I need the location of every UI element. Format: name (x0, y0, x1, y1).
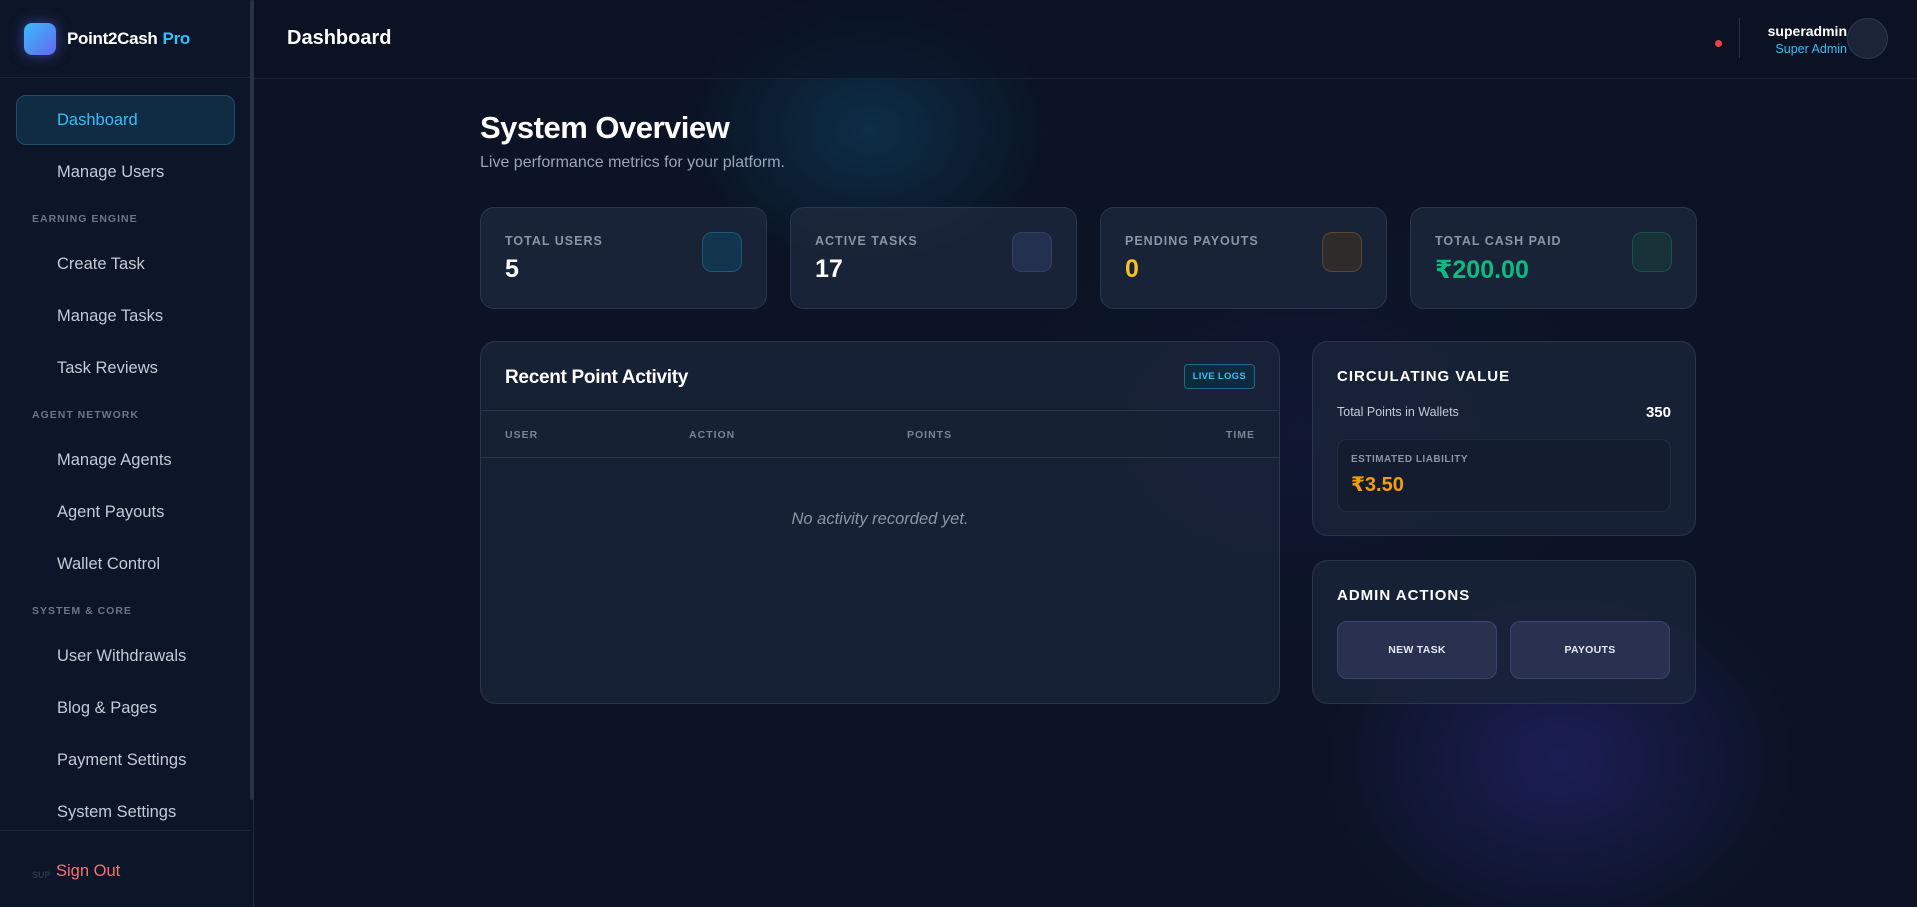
stat-label: PENDING PAYOUTS (1125, 234, 1259, 248)
notification-dot-icon[interactable] (1715, 40, 1722, 47)
stat-value: 17 (815, 255, 843, 283)
sidebar-item-wallet-control[interactable]: Wallet Control (16, 539, 235, 589)
sidebar-item-manage-users[interactable]: Manage Users (16, 147, 235, 197)
liability-value: ₹3.50 (1351, 474, 1404, 496)
wallet-points-label: Total Points in Wallets (1337, 405, 1459, 419)
liability-label: ESTIMATED LIABILITY (1351, 454, 1469, 465)
sidebar-item-label: Payment Settings (57, 750, 187, 769)
sidebar-item-label: System Settings (57, 802, 177, 821)
sidebar-item-blog-pages[interactable]: Blog & Pages (16, 683, 235, 733)
top-header: Dashboard superadmin Super Admin (254, 0, 1917, 79)
activity-table-header: USER ACTION POINTS TIME (481, 410, 1279, 458)
sidebar-item-label: Agent Payouts (57, 502, 165, 521)
overview-title: System Overview (480, 110, 730, 145)
section-partial-label: SUP (32, 870, 51, 880)
brand-accent: Pro (162, 28, 191, 48)
header-divider (1739, 18, 1740, 58)
activity-title: Recent Point Activity (505, 367, 689, 388)
brand[interactable]: Point2Cash Pro (0, 0, 253, 78)
admin-actions-title: ADMIN ACTIONS (1337, 587, 1471, 604)
sidebar-item-label: Task Reviews (57, 358, 158, 377)
clock-icon (1322, 232, 1362, 272)
sidebar-footer: SUP Sign Out (0, 830, 250, 907)
sidebar-item-label: User Withdrawals (57, 646, 187, 665)
user-name: superadmin (1767, 23, 1847, 39)
sidebar-item-label: Manage Tasks (57, 306, 164, 325)
stat-card-pending-payouts: PENDING PAYOUTS 0 (1100, 207, 1387, 309)
sidebar: Point2Cash Pro Dashboard Manage Users EAR… (0, 0, 254, 907)
sidebar-item-label: Dashboard (57, 110, 138, 129)
stat-value: 5 (505, 255, 519, 283)
tasks-icon (1012, 232, 1052, 272)
stat-card-total-users: TOTAL USERS 5 (480, 207, 767, 309)
live-logs-badge[interactable]: LIVE LOGS (1183, 364, 1255, 389)
overview-subtitle: Live performance metrics for your platfo… (480, 154, 785, 171)
column-user[interactable]: USER (505, 429, 538, 441)
sidebar-item-payment-settings[interactable]: Payment Settings (16, 735, 235, 785)
sidebar-item-agent-payouts[interactable]: Agent Payouts (16, 487, 235, 537)
sidebar-item-label: Manage Users (57, 162, 165, 181)
sidebar-item-label: Manage Agents (57, 450, 172, 469)
new-task-button[interactable]: NEW TASK (1337, 621, 1497, 679)
brand-name: Point2Cash Pro (67, 28, 191, 48)
column-time[interactable]: TIME (1226, 429, 1255, 441)
sidebar-scrollbar[interactable] (250, 0, 254, 800)
payouts-button[interactable]: PAYOUTS (1510, 621, 1670, 679)
sidebar-item-manage-agents[interactable]: Manage Agents (16, 435, 235, 485)
admin-actions-panel: ADMIN ACTIONS NEW TASK PAYOUTS (1312, 560, 1696, 704)
column-action[interactable]: ACTION (689, 429, 735, 441)
sign-out-button[interactable]: Sign Out (56, 862, 120, 881)
stat-label: TOTAL CASH PAID (1435, 234, 1562, 248)
sidebar-item-label: Blog & Pages (57, 698, 157, 717)
sidebar-item-user-withdrawals[interactable]: User Withdrawals (16, 631, 235, 681)
circulating-value-panel: CIRCULATING VALUE Total Points in Wallet… (1312, 341, 1696, 536)
empty-activity-message: No activity recorded yet. (791, 510, 969, 528)
user-role: Super Admin (1775, 42, 1847, 56)
stat-card-active-tasks: ACTIVE TASKS 17 (790, 207, 1077, 309)
sidebar-item-task-reviews[interactable]: Task Reviews (16, 343, 235, 393)
column-points[interactable]: POINTS (907, 429, 952, 441)
sidebar-item-label: Wallet Control (57, 554, 161, 573)
estimated-liability-card: ESTIMATED LIABILITY ₹3.50 (1337, 439, 1671, 512)
brand-logo-icon (24, 22, 56, 55)
stat-value: ₹200.00 (1435, 256, 1529, 284)
sidebar-item-dashboard[interactable]: Dashboard (16, 95, 235, 145)
page-title: Dashboard (287, 27, 392, 49)
section-system-core: SYSTEM & CORE (32, 605, 132, 617)
avatar[interactable] (1847, 18, 1888, 59)
wallet-points-value: 350 (1645, 404, 1671, 421)
stat-value: 0 (1125, 255, 1139, 283)
users-icon (702, 232, 742, 272)
sidebar-nav: Dashboard Manage Users EARNING ENGINE Cr… (16, 95, 235, 839)
recent-activity-panel: Recent Point Activity LIVE LOGS USER ACT… (480, 341, 1280, 704)
cash-icon (1632, 232, 1672, 272)
stat-label: TOTAL USERS (505, 234, 603, 248)
section-agent-network: AGENT NETWORK (32, 409, 139, 421)
sidebar-item-label: Create Task (57, 254, 145, 273)
stat-label: ACTIVE TASKS (815, 234, 918, 248)
sidebar-item-manage-tasks[interactable]: Manage Tasks (16, 291, 235, 341)
section-earning-engine: EARNING ENGINE (32, 213, 138, 225)
sidebar-item-create-task[interactable]: Create Task (16, 239, 235, 289)
circulating-title: CIRCULATING VALUE (1337, 368, 1511, 385)
stat-card-total-cash-paid: TOTAL CASH PAID ₹200.00 (1410, 207, 1697, 309)
